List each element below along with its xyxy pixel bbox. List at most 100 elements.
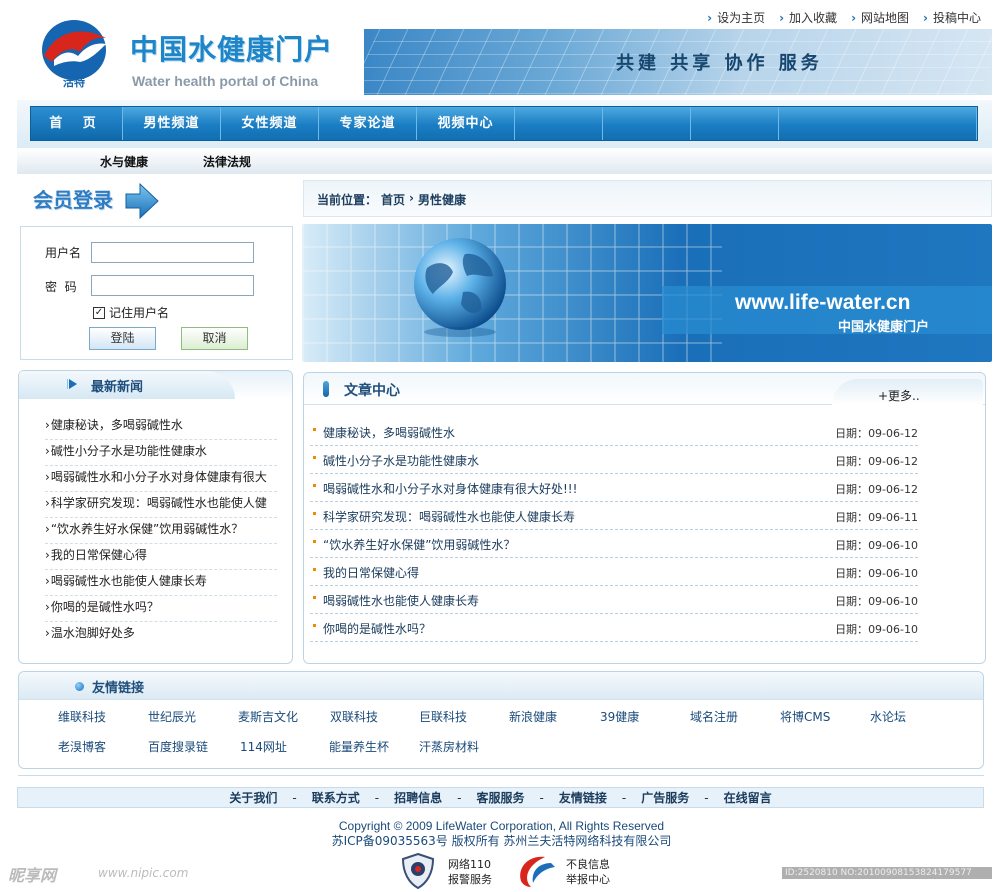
site-name-cn[interactable]: 中国水健康门户 (130, 28, 333, 68)
more-link[interactable]: +更多.. (878, 387, 920, 404)
friend-link[interactable]: 维联科技 (58, 708, 106, 725)
article-title[interactable]: 喝弱碱性水和小分子水对身体健康有很大好处!!! (323, 480, 577, 497)
top-links: 设为主页 加入收藏 网站地图 投稿中心 (707, 9, 981, 26)
bar-marker-icon (323, 381, 329, 397)
footer-separator: - (539, 790, 544, 805)
article-row[interactable]: 喝弱碱性水和小分子水对身体健康有很大好处!!! 日期：09-06-12 (310, 474, 918, 502)
footer-link-ads[interactable]: 广告服务 (641, 789, 689, 806)
date-label: 日期： (835, 427, 869, 440)
login-button[interactable]: 登陆 (89, 327, 156, 350)
friend-link[interactable]: 汗蒸房材料 (419, 738, 479, 755)
footer-link-contact[interactable]: 联系方式 (312, 789, 360, 806)
friend-link[interactable]: 世纪辰光 (148, 708, 196, 725)
subnav-item-water-health[interactable]: 水与健康 (100, 153, 148, 170)
footer-link-about[interactable]: 关于我们 (229, 789, 277, 806)
nav-item-experts[interactable]: 专家论道 (319, 107, 417, 140)
article-row[interactable]: 碱性小分子水是功能性健康水 日期：09-06-12 (310, 446, 918, 474)
date-label: 日期： (835, 483, 869, 496)
news-item[interactable]: 你喝的是碱性水吗？ (45, 596, 277, 622)
date-label: 日期： (835, 539, 869, 552)
friend-link[interactable]: 域名注册 (690, 708, 738, 725)
friend-link[interactable]: 巨联科技 (419, 708, 467, 725)
police-badge-text[interactable]: 网络110 报警服务 (448, 857, 492, 887)
news-item[interactable]: 喝弱碱性水和小分子水对身体健康有很大 (45, 466, 277, 492)
report-badge-text[interactable]: 不良信息 举报中心 (566, 857, 610, 887)
remember-username[interactable]: ✓ 记住用户名 (93, 304, 169, 321)
article-row[interactable]: 健康秘诀，多喝弱碱性水 日期：09-06-12 (310, 418, 918, 446)
latest-news-panel: 最新新闻 健康秘诀，多喝弱碱性水 碱性小分子水是功能性健康水 喝弱碱性水和小分子… (18, 370, 293, 664)
article-row[interactable]: 科学家研究发现：喝弱碱性水也能使人健康长寿 日期：09-06-11 (310, 502, 918, 530)
footer-link-friends[interactable]: 友情链接 (559, 789, 607, 806)
friend-link[interactable]: 能量养生杯 (329, 738, 389, 755)
watermark-id: ID:2520810 NO:20100908153824179577 (782, 867, 992, 879)
header-banner: 共建 共享 协作 服务 (364, 29, 992, 95)
article-title[interactable]: 科学家研究发现：喝弱碱性水也能使人健康长寿 (323, 508, 575, 525)
username-input[interactable] (91, 242, 254, 263)
friend-link[interactable]: 水论坛 (870, 708, 906, 725)
news-item[interactable]: 科学家研究发现：喝弱碱性水也能使人健 (45, 492, 277, 518)
article-title[interactable]: 健康秘诀，多喝弱碱性水 (323, 424, 455, 441)
add-favorite-link[interactable]: 加入收藏 (779, 9, 837, 26)
set-homepage-link[interactable]: 设为主页 (707, 9, 765, 26)
article-row[interactable]: 你喝的是碱性水吗？ 日期：09-06-10 (310, 614, 918, 642)
banner-url: www.life-water.cn (735, 291, 911, 314)
logo-icon[interactable]: 活特 (40, 16, 112, 88)
friend-link[interactable]: 114网址 (240, 738, 287, 755)
nav-item-home[interactable]: 首 页 (31, 107, 123, 140)
cancel-button[interactable]: 取消 (181, 327, 248, 350)
friend-link[interactable]: 将博CMS (780, 708, 830, 725)
nav-item-female[interactable]: 女性频道 (221, 107, 319, 140)
article-row[interactable]: 喝弱碱性水也能使人健康长寿 日期：09-06-10 (310, 586, 918, 614)
article-title[interactable]: 碱性小分子水是功能性健康水 (323, 452, 479, 469)
date-value: 09-06-10 (868, 623, 918, 636)
article-title[interactable]: “饮水养生好水保健”饮用弱碱性水？ (323, 536, 515, 553)
news-item[interactable]: 碱性小分子水是功能性健康水 (45, 440, 277, 466)
footer-link-message[interactable]: 在线留言 (724, 789, 772, 806)
friend-link[interactable]: 新浪健康 (509, 708, 557, 725)
footer-separator: - (704, 790, 709, 805)
remember-checkbox[interactable]: ✓ (93, 306, 105, 319)
logo-sub-text: 活特 (63, 75, 85, 88)
breadcrumb: 当前位置： 首页 › 男性健康 (303, 180, 992, 217)
nav-item-empty (515, 107, 603, 140)
news-item[interactable]: “饮水养生好水保健”饮用弱碱性水？ (45, 518, 277, 544)
password-input[interactable] (91, 275, 254, 296)
latest-news-header: 最新新闻 (19, 371, 292, 399)
news-item[interactable]: 我的日常保健心得 (45, 544, 277, 570)
report-badge-line2: 举报中心 (566, 873, 610, 886)
friend-link[interactable]: 老湨博客 (58, 738, 106, 755)
nav-item-video[interactable]: 视频中心 (417, 107, 515, 140)
submit-article-link[interactable]: 投稿中心 (923, 9, 981, 26)
news-item[interactable]: 喝弱碱性水也能使人健康长寿 (45, 570, 277, 596)
sitemap-link[interactable]: 网站地图 (851, 9, 909, 26)
article-row[interactable]: “饮水养生好水保健”饮用弱碱性水？ 日期：09-06-10 (310, 530, 918, 558)
article-date: 日期：09-06-10 (835, 593, 918, 609)
date-value: 09-06-12 (868, 455, 918, 468)
date-label: 日期： (835, 567, 869, 580)
friend-link[interactable]: 麦斯吉文化 (238, 708, 298, 725)
news-item[interactable]: 温水泡脚好处多 (45, 622, 277, 648)
nav-item-male[interactable]: 男性频道 (123, 107, 221, 140)
breadcrumb-home[interactable]: 首页 (381, 191, 405, 216)
footer-link-service[interactable]: 客服服务 (476, 789, 524, 806)
date-value: 09-06-12 (868, 427, 918, 440)
date-value: 09-06-10 (868, 539, 918, 552)
report-center-icon[interactable] (515, 853, 557, 889)
banner-site-name: 中国水健康门户 (838, 320, 930, 335)
article-title[interactable]: 你喝的是碱性水吗？ (323, 620, 431, 637)
article-title[interactable]: 我的日常保健心得 (323, 564, 419, 581)
news-item[interactable]: 健康秘诀，多喝弱碱性水 (45, 414, 277, 440)
footer-link-jobs[interactable]: 招聘信息 (394, 789, 442, 806)
subnav-item-law[interactable]: 法律法规 (203, 153, 251, 170)
article-row[interactable]: 我的日常保健心得 日期：09-06-10 (310, 558, 918, 586)
friend-link[interactable]: 双联科技 (330, 708, 378, 725)
police-shield-icon[interactable] (401, 853, 435, 889)
main-nav: 首 页 男性频道 女性频道 专家论道 视频中心 (30, 106, 978, 141)
friend-link[interactable]: 百度搜录链 (148, 738, 208, 755)
header: 活特 中国水健康门户 Water health portal of China … (0, 0, 1003, 100)
article-title[interactable]: 喝弱碱性水也能使人健康长寿 (323, 592, 479, 609)
date-value: 09-06-10 (868, 595, 918, 608)
friend-link[interactable]: 39健康 (600, 708, 639, 725)
date-value: 09-06-11 (868, 511, 918, 524)
sub-nav: 水与健康 法律法规 (17, 148, 992, 174)
